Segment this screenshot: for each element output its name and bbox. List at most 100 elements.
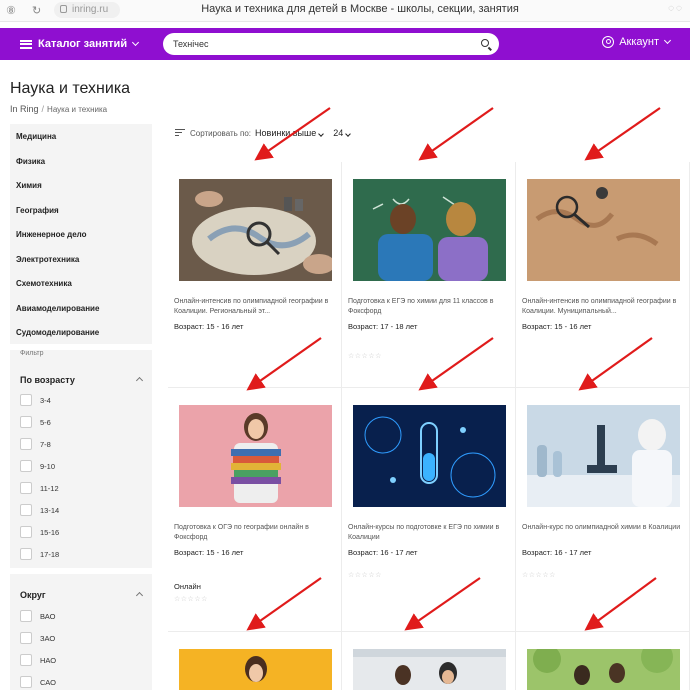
per-page-select[interactable]: 24 [333, 128, 352, 138]
age-option[interactable]: 17-18 [20, 548, 59, 560]
chevron-down-icon [345, 131, 352, 137]
vintage-map-magnifier-photo[interactable] [527, 179, 680, 281]
breadcrumb-home[interactable]: In Ring [10, 104, 39, 114]
age-option[interactable]: 3-4 [20, 394, 51, 406]
sidebar-category[interactable]: Судомоделирование [16, 328, 99, 337]
kids-outdoors-photo[interactable] [527, 649, 680, 690]
age-option-label: 5-6 [40, 417, 51, 427]
sidebar-category[interactable]: Химия [16, 181, 42, 190]
course-title[interactable]: Онлайн-интенсив по олимпиадной географии… [522, 297, 685, 317]
district-option[interactable]: САО [20, 676, 56, 688]
district-filter-header[interactable]: Округ [20, 590, 144, 600]
age-option-label: 17-18 [40, 549, 60, 559]
course-card[interactable]: Онлайн-интенсив по олимпиадной географии… [168, 162, 342, 388]
district-option[interactable]: ВАО [20, 610, 55, 622]
course-title[interactable]: Онлайн-курсы по подготовке к ЕГЭ по хими… [348, 523, 511, 543]
browser-extension-icons[interactable]: ◌◌ [668, 3, 684, 14]
breadcrumb-separator: / [41, 104, 45, 114]
age-option[interactable]: 11-12 [20, 482, 59, 494]
course-grid: Онлайн-интенсив по олимпиадной географии… [168, 162, 690, 690]
chevron-up-icon [135, 591, 144, 600]
account-button[interactable]: Аккаунт [602, 36, 672, 48]
sort-select[interactable]: Новинки выше [255, 128, 325, 138]
course-age: Возраст: 15 - 16 лет [174, 322, 244, 331]
test-tube-digital-photo[interactable] [353, 405, 506, 507]
sidebar-category[interactable]: Электротехника [16, 255, 79, 264]
students-at-blackboard-photo[interactable] [353, 179, 506, 281]
sidebar-category[interactable]: Инженерное дело [16, 230, 87, 239]
hamburger-icon [20, 39, 32, 49]
course-card[interactable] [516, 632, 690, 690]
sidebar-category[interactable]: Авиамоделирование [16, 304, 99, 313]
sidebar-category[interactable]: География [16, 206, 59, 215]
sort-label: Сортировать по: [190, 128, 252, 138]
per-page-value: 24 [333, 128, 344, 138]
course-age: Возраст: 16 - 17 лет [522, 548, 592, 557]
sidebar-category[interactable]: Схемотехника [16, 279, 72, 288]
course-card[interactable]: Онлайн-интенсив по олимпиадной географии… [516, 162, 690, 388]
rating-stars: ☆☆☆☆☆ [348, 572, 382, 579]
age-option[interactable]: 15-16 [20, 526, 59, 538]
checkbox[interactable] [20, 482, 32, 494]
checkbox[interactable] [20, 438, 32, 450]
account-label: Аккаунт [619, 36, 659, 48]
checkbox[interactable] [20, 676, 32, 688]
catalog-button[interactable]: Каталог занятий [20, 36, 140, 52]
course-card[interactable]: Онлайн-курсы по подготовке к ЕГЭ по хими… [342, 388, 516, 632]
course-age: Возраст: 15 - 16 лет [174, 548, 244, 557]
sidebar-category[interactable]: Медицина [16, 132, 56, 141]
checkbox[interactable] [20, 416, 32, 428]
checkbox[interactable] [20, 526, 32, 538]
filter-label: Фильтр [20, 350, 44, 357]
district-option[interactable]: НАО [20, 654, 56, 666]
checkbox[interactable] [20, 610, 32, 622]
checkbox[interactable] [20, 460, 32, 472]
course-title[interactable]: Онлайн-курс по олимпиадной химии в Коали… [522, 523, 685, 543]
district-option[interactable]: ЗАО [20, 632, 55, 644]
search-input[interactable] [173, 37, 473, 51]
course-card[interactable]: Онлайн-курс по олимпиадной химии в Коали… [516, 388, 690, 632]
age-filter-title: По возрасту [20, 375, 75, 385]
students-classroom-photo[interactable] [353, 649, 506, 690]
checkbox[interactable] [20, 654, 32, 666]
checkbox[interactable] [20, 394, 32, 406]
course-title[interactable]: Подготовка к ЕГЭ по химии для 11 классов… [348, 297, 511, 317]
back-icon[interactable]: ⑧ [6, 4, 16, 17]
reload-icon[interactable]: ↻ [32, 4, 41, 17]
microscope-lab-photo[interactable] [527, 405, 680, 507]
course-title[interactable]: Подготовка к ОГЭ по географии онлайн в Ф… [174, 523, 337, 543]
checkbox[interactable] [20, 548, 32, 560]
age-option[interactable]: 7-8 [20, 438, 51, 450]
checkbox[interactable] [20, 632, 32, 644]
girl-yellow-background-photo[interactable] [179, 649, 332, 690]
age-option-label: 11-12 [40, 483, 59, 493]
map-magnifier-photo[interactable] [179, 179, 332, 281]
age-option[interactable]: 5-6 [20, 416, 51, 428]
course-card[interactable] [168, 632, 342, 690]
url-text: inring.ru [72, 4, 109, 15]
age-option[interactable]: 9-10 [20, 460, 55, 472]
course-card[interactable]: Подготовка к ОГЭ по географии онлайн в Ф… [168, 388, 342, 632]
arrow [418, 107, 494, 161]
browser-bar: ⑧ ↻ inring.ru Наука и техника для детей … [0, 0, 690, 22]
age-option[interactable]: 13-14 [20, 504, 59, 516]
chevron-down-icon [663, 36, 672, 45]
course-card[interactable] [342, 632, 516, 690]
course-age: Возраст: 15 - 16 лет [522, 322, 592, 331]
age-filter-header[interactable]: По возрасту [20, 375, 144, 385]
district-option-label: САО [40, 677, 56, 687]
tab-title: Наука и техника для детей в Москве - шко… [201, 3, 519, 15]
sort-value: Новинки выше [255, 128, 317, 138]
course-card[interactable]: Подготовка к ЕГЭ по химии для 11 классов… [342, 162, 516, 388]
checkbox[interactable] [20, 504, 32, 516]
divider [10, 568, 152, 574]
sidebar-category[interactable]: Физика [16, 157, 45, 166]
search-box[interactable] [163, 33, 499, 55]
course-title[interactable]: Онлайн-интенсив по олимпиадной географии… [174, 297, 337, 317]
district-option-label: ВАО [40, 611, 56, 621]
address-bar[interactable]: inring.ru [54, 2, 120, 18]
search-icon[interactable] [481, 39, 489, 47]
age-option-label: 13-14 [40, 505, 60, 515]
girl-with-books-photo[interactable] [179, 405, 332, 507]
page-title: Наука и техника [10, 80, 131, 97]
